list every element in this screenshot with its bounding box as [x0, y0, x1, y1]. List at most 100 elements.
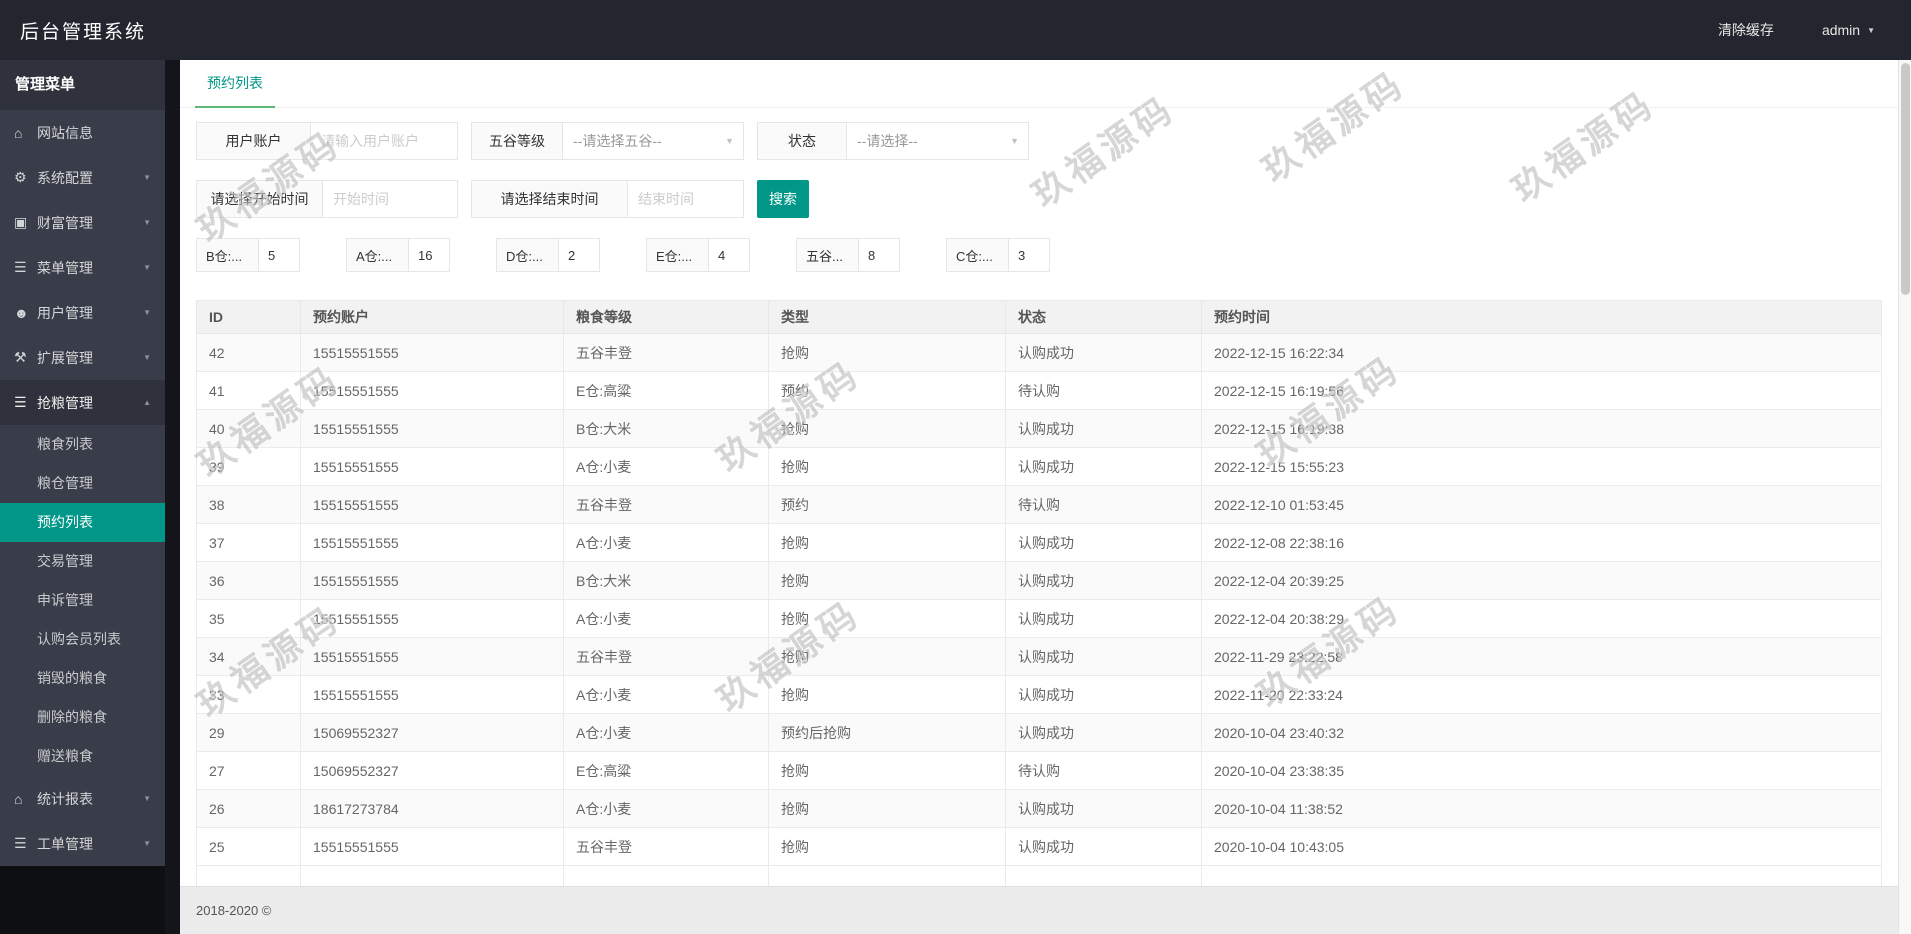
sidebar-item-user-management[interactable]: ☻ 用户管理 ▼ — [0, 290, 165, 335]
cell-type: 抢购 — [768, 751, 1006, 790]
cell-grade: B仓:大米 — [563, 409, 769, 448]
reservation-table: ID 预约账户 粮食等级 类型 状态 预约时间 42 15515551555 五谷丰登 抢购 认购… — [196, 300, 1882, 886]
sidebar-header: 管理菜单 — [0, 60, 165, 110]
page-scrollbar[interactable] — [1898, 60, 1911, 934]
start-time-label: 请选择开始时间 — [196, 180, 323, 218]
grade-select-value: --请选择五谷-- — [573, 133, 662, 149]
sidebar-subitem-reservation-list[interactable]: 预约列表 — [0, 503, 165, 542]
cell-empty — [1005, 865, 1202, 886]
sidebar-subitem-grain-list[interactable]: 粮食列表 — [0, 425, 165, 464]
warehouse-stat-box-0: B仓:... 5 — [196, 238, 300, 272]
menu-item-label: 扩展管理 — [37, 349, 93, 366]
table-row: 41 15515551555 E仓:高粱 预约 待认购 2022-12-15 16:19:… — [196, 371, 1882, 410]
table-row: 26 18617273784 A仓:小麦 抢购 认购成功 2020-10-04 11:38… — [196, 789, 1882, 828]
stat-label: 五谷... — [797, 239, 859, 271]
end-time-filter-group: 请选择结束时间 — [471, 180, 744, 218]
chevron-down-icon: ▼ — [1867, 25, 1875, 35]
clear-cache-button[interactable]: 清除缓存 — [1718, 20, 1774, 40]
menu-item-label: 工单管理 — [37, 835, 93, 852]
end-time-input[interactable] — [628, 180, 744, 218]
user-menu[interactable]: admin ▼ — [1822, 22, 1875, 38]
gears-icon: ⚙ — [14, 169, 27, 185]
sidebar-item-system-config[interactable]: ⚙ 系统配置 ▼ — [0, 155, 165, 200]
cell-id: 37 — [196, 523, 301, 562]
start-time-input[interactable] — [323, 180, 458, 218]
cell-account: 15515551555 — [300, 447, 564, 486]
cell-id: 29 — [196, 713, 301, 752]
grade-select[interactable]: --请选择五谷-- ▼ — [563, 122, 744, 160]
cell-type: 抢购 — [768, 827, 1006, 866]
cell-time: 2022-12-04 20:39:25 — [1201, 561, 1882, 600]
cell-id: 25 — [196, 827, 301, 866]
chevron-down-icon: ▼ — [725, 136, 734, 146]
cell-type: 预约 — [768, 485, 1006, 524]
sidebar-menu: ⌂ 网站信息 ⚙ 系统配置 ▼ ▣ 财富管理 ▼ ☰ 菜单管理 ▼ ☻ 用户管理 ▼ ⚒ 扩展管理 ▼ ☰ 抢粮管理… — [0, 110, 165, 866]
cell-grade: A仓:小麦 — [563, 789, 769, 828]
menu-item-label: 菜单管理 — [37, 259, 93, 276]
cell-account: 15515551555 — [300, 675, 564, 714]
sidebar-item-grain-rush-management[interactable]: ☰ 抢粮管理 ▲ — [0, 380, 165, 425]
money-icon: ▣ — [14, 214, 28, 230]
chevron-down-icon: ▼ — [143, 308, 151, 317]
cell-grade: A仓:小麦 — [563, 713, 769, 752]
sidebar-subitem-trade-management[interactable]: 交易管理 — [0, 542, 165, 581]
search-button[interactable]: 搜索 — [757, 180, 809, 218]
status-select-value: --请选择-- — [857, 133, 918, 149]
cell-id: 27 — [196, 751, 301, 790]
sidebar-subitem-appeal-management[interactable]: 申诉管理 — [0, 581, 165, 620]
sidebar-subitem-destroyed-grain[interactable]: 销毁的粮食 — [0, 659, 165, 698]
cell-time: 2022-12-08 22:38:16 — [1201, 523, 1882, 562]
tab-reservation-list[interactable]: 预约列表 — [195, 60, 275, 108]
column-header-1: 预约账户 — [300, 300, 564, 334]
sidebar-item-statistics-report[interactable]: ⌂ 统计报表 ▼ — [0, 776, 165, 821]
cell-time: 2020-10-04 11:38:52 — [1201, 789, 1882, 828]
cell-type: 抢购 — [768, 637, 1006, 676]
sidebar-item-extension-management[interactable]: ⚒ 扩展管理 ▼ — [0, 335, 165, 380]
cell-account: 15515551555 — [300, 827, 564, 866]
status-label: 状态 — [757, 122, 847, 160]
users-icon: ☻ — [14, 304, 29, 321]
end-time-label: 请选择结束时间 — [471, 180, 628, 218]
cell-status: 认购成功 — [1005, 675, 1202, 714]
cell-id: 35 — [196, 599, 301, 638]
sidebar-subitem-warehouse-management[interactable]: 粮仓管理 — [0, 464, 165, 503]
cell-account: 15515551555 — [300, 599, 564, 638]
scrollbar-thumb[interactable] — [1901, 63, 1910, 295]
cell-time: 2022-12-15 16:19:56 — [1201, 371, 1882, 410]
account-input[interactable] — [311, 122, 458, 160]
sidebar: 管理菜单 ⌂ 网站信息 ⚙ 系统配置 ▼ ▣ 财富管理 ▼ ☰ 菜单管理 ▼ ☻ 用户管理 ▼ ⚒ 扩展管理 ▼… — [0, 60, 165, 934]
tab-bar: 预约列表 — [180, 60, 1898, 108]
table-row: 42 15515551555 五谷丰登 抢购 认购成功 2022-12-15 16:22:… — [196, 333, 1882, 372]
filter-area: 用户账户 五谷等级 --请选择五谷-- ▼ 状态 — [180, 108, 1898, 238]
menu-item-label: 预约列表 — [37, 514, 93, 530]
menu-item-label: 认购会员列表 — [37, 631, 121, 647]
sidebar-item-wealth-management[interactable]: ▣ 财富管理 ▼ — [0, 200, 165, 245]
cell-type: 抢购 — [768, 447, 1006, 486]
table-row: 39 15515551555 A仓:小麦 抢购 认购成功 2022-12-15 15:55… — [196, 447, 1882, 486]
home-icon: ⌂ — [14, 124, 23, 141]
cell-id: 33 — [196, 675, 301, 714]
cell-account: 15515551555 — [300, 371, 564, 410]
cell-type: 抢购 — [768, 789, 1006, 828]
sidebar-item-site-info[interactable]: ⌂ 网站信息 — [0, 110, 165, 155]
chevron-down-icon: ▼ — [1010, 136, 1019, 146]
stat-value: 2 — [568, 247, 576, 263]
cell-status: 认购成功 — [1005, 409, 1202, 448]
menu-item-label: 销毁的粮食 — [37, 670, 107, 686]
cell-empty — [1201, 865, 1882, 886]
cell-time: 2020-10-04 23:40:32 — [1201, 713, 1882, 752]
chevron-down-icon: ▼ — [143, 173, 151, 182]
sidebar-item-menu-management[interactable]: ☰ 菜单管理 ▼ — [0, 245, 165, 290]
copyright-text: 2018-2020 © — [196, 903, 272, 918]
stat-value: 3 — [1018, 247, 1026, 263]
cell-empty — [563, 865, 769, 886]
sidebar-subitem-deleted-grain[interactable]: 删除的粮食 — [0, 698, 165, 737]
cell-time: 2022-12-15 15:55:23 — [1201, 447, 1882, 486]
status-select[interactable]: --请选择-- ▼ — [847, 122, 1029, 160]
sidebar-subitem-gift-grain[interactable]: 赠送粮食 — [0, 737, 165, 776]
cell-status: 认购成功 — [1005, 713, 1202, 752]
cell-time: 2022-12-15 16:19:38 — [1201, 409, 1882, 448]
sidebar-subitem-subscribe-member-list[interactable]: 认购会员列表 — [0, 620, 165, 659]
sidebar-item-work-order-management[interactable]: ☰ 工单管理 ▼ — [0, 821, 165, 866]
cell-status: 认购成功 — [1005, 827, 1202, 866]
